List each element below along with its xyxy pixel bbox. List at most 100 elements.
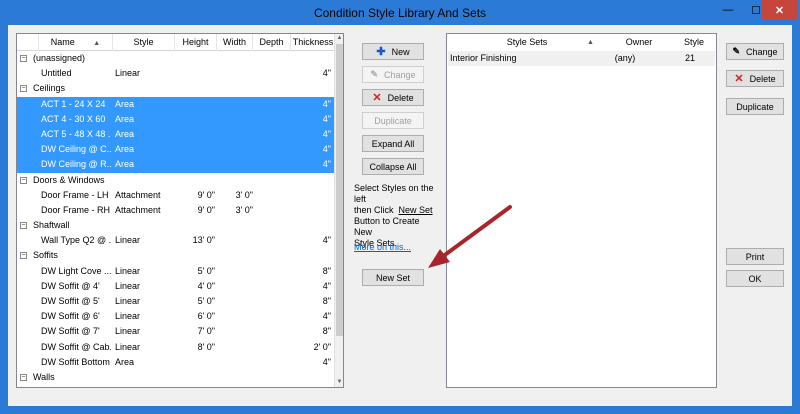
header-depth[interactable]: Depth: [253, 34, 291, 51]
header-style-count[interactable]: Style: [671, 34, 717, 51]
group-row[interactable]: − Ceilings: [17, 81, 335, 96]
cell-thickness: 4": [322, 144, 331, 155]
cell-style: Area: [115, 113, 135, 124]
cell-name: DW Soffit @ 6': [41, 311, 100, 322]
style-set-row[interactable]: Interior Finishing (any) 21: [448, 51, 715, 66]
table-row[interactable]: ACT 1 - 24 X 24 Area 4": [17, 96, 335, 112]
change-style-button[interactable]: ✎ Change: [362, 66, 424, 83]
header-thickness[interactable]: Thickness: [291, 34, 335, 51]
set-cell-style: 21: [684, 53, 695, 63]
table-row[interactable]: DW Ceiling @ R... Area 4": [17, 157, 335, 173]
table-row[interactable]: Door Frame - RH Attachment 9' 0" 3' 0": [17, 203, 335, 218]
table-row[interactable]: DW Light Cove ... Linear 5' 0" 8": [17, 264, 335, 279]
cell-name: ACT 5 - 48 X 48 ...: [41, 128, 111, 139]
group-row[interactable]: − Doors & Windows: [17, 173, 335, 188]
cell-height: 6' 0": [197, 311, 215, 322]
header-name[interactable]: Name ▲: [39, 34, 113, 51]
styles-table-header: Name ▲ Style Height Width Depth Thicknes…: [17, 34, 335, 51]
collapse-toggle-icon[interactable]: −: [20, 252, 27, 260]
table-row[interactable]: DW Soffit @ 4' Linear 4' 0" 4": [17, 279, 335, 294]
scroll-up-icon[interactable]: ▲: [335, 34, 343, 43]
table-row[interactable]: DW Soffit Bottom Area 4": [17, 355, 335, 370]
title-bar[interactable]: Condition Style Library And Sets — ☐ ✕: [0, 0, 800, 25]
header-name-label: Name: [50, 37, 75, 47]
cell-name: DW Soffit @ Cab...: [41, 341, 111, 352]
header-spacer: [17, 34, 39, 51]
more-info-link[interactable]: More on this...: [354, 242, 411, 252]
cell-thickness: 4": [322, 280, 331, 291]
new-style-button[interactable]: ✚ New: [362, 43, 424, 60]
cell-thickness: 8": [322, 265, 331, 276]
table-row[interactable]: DW Ceiling @ C... Area 4": [17, 142, 335, 158]
new-set-button[interactable]: New Set: [362, 269, 424, 286]
change-set-label: Change: [746, 46, 778, 57]
header-style-sets[interactable]: Style Sets: [447, 34, 607, 51]
cell-thickness: 4": [322, 311, 331, 322]
duplicate-set-button[interactable]: Duplicate: [726, 98, 784, 115]
ok-button[interactable]: OK: [726, 270, 784, 287]
close-button[interactable]: ✕: [762, 0, 797, 20]
collapse-toggle-icon[interactable]: −: [20, 222, 27, 230]
expand-all-button[interactable]: Expand All: [362, 135, 424, 152]
collapse-toggle-icon[interactable]: −: [20, 55, 27, 62]
vertical-scrollbar[interactable]: ▲ ▼: [334, 34, 343, 387]
cell-name: DW Soffit @ 7': [41, 326, 100, 337]
cell-name: DW Ceiling @ C...: [41, 144, 111, 155]
cell-style: Area: [115, 356, 135, 367]
delete-style-button[interactable]: ✕ Delete: [362, 89, 424, 106]
minimize-button[interactable]: —: [714, 0, 742, 20]
delete-x-icon: ✕: [734, 73, 744, 85]
cell-width: 3' 0": [235, 204, 253, 215]
header-style-sets-label: Style Sets: [506, 37, 548, 47]
collapse-toggle-icon[interactable]: −: [20, 85, 27, 93]
table-row[interactable]: ACT 5 - 48 X 48 ... Area 4": [17, 126, 335, 143]
group-label: Shaftwall: [33, 220, 70, 231]
scrollbar-thumb[interactable]: [336, 44, 343, 336]
header-owner[interactable]: Owner: [607, 34, 671, 51]
group-label: Ceilings: [33, 83, 66, 94]
styles-table[interactable]: Name ▲ Style Height Width Depth Thicknes…: [16, 33, 344, 388]
cell-style: Area: [115, 159, 135, 170]
collapse-toggle-icon[interactable]: −: [20, 176, 27, 184]
group-row[interactable]: − (unassigned): [17, 51, 335, 66]
dialog-client: Name ▲ Style Height Width Depth Thicknes…: [8, 25, 792, 406]
cell-height: 9' 0": [197, 204, 215, 215]
cell-style: Linear: [115, 326, 141, 337]
scroll-down-icon[interactable]: ▼: [335, 378, 343, 387]
collapse-toggle-icon[interactable]: −: [20, 373, 27, 381]
table-row[interactable]: Untitled Linear 4": [17, 66, 335, 81]
header-height[interactable]: Height: [175, 34, 217, 51]
header-style[interactable]: Style: [113, 34, 175, 51]
table-row[interactable]: ACT 4 - 30 X 60 Area 4": [17, 111, 335, 127]
print-button[interactable]: Print: [726, 248, 784, 265]
cell-style: Linear: [115, 235, 141, 246]
cell-name: ACT 4 - 30 X 60: [41, 113, 106, 124]
set-cell-owner: (any): [614, 53, 636, 63]
header-width[interactable]: Width: [217, 34, 253, 51]
duplicate-style-button[interactable]: Duplicate: [362, 112, 424, 129]
group-row[interactable]: − Soffits: [17, 248, 335, 263]
window-title: Condition Style Library And Sets: [313, 6, 487, 20]
cell-thickness: 4": [322, 235, 331, 246]
table-row[interactable]: DW Soffit @ 7' Linear 7' 0" 8": [17, 324, 335, 339]
style-sets-table[interactable]: Style Sets ▲ Owner Style Interior Finish…: [446, 33, 717, 388]
group-row[interactable]: − Walls: [17, 370, 335, 385]
group-row[interactable]: − Shaftwall: [17, 218, 335, 233]
cell-height: 4' 0": [197, 280, 215, 291]
table-row[interactable]: Door Frame - LH Attachment 9' 0" 3' 0": [17, 188, 335, 203]
table-row[interactable]: Wall Type Q2 @ ... Linear 13' 0" 4": [17, 233, 335, 248]
cell-style: Attachment: [115, 204, 161, 215]
delete-set-button[interactable]: ✕ Delete: [726, 70, 784, 87]
group-label: Doors & Windows: [33, 174, 105, 185]
delete-set-label: Delete: [749, 73, 776, 84]
table-row[interactable]: DW Soffit @ 6' Linear 6' 0" 4": [17, 309, 335, 324]
collapse-all-button[interactable]: Collapse All: [362, 158, 424, 175]
table-row[interactable]: DW Soffit @ 5' Linear 5' 0" 8": [17, 294, 335, 309]
table-row[interactable]: DW Soffit @ Cab... Linear 8' 0" 2' 0": [17, 340, 335, 355]
cell-name: DW Soffit Bottom: [41, 356, 110, 367]
group-label: Walls: [33, 371, 55, 382]
cell-thickness: 8": [322, 296, 331, 306]
cell-name: DW Ceiling @ R...: [41, 159, 111, 170]
change-set-button[interactable]: ✎ Change: [726, 43, 784, 60]
plus-icon: ✚: [376, 46, 386, 58]
